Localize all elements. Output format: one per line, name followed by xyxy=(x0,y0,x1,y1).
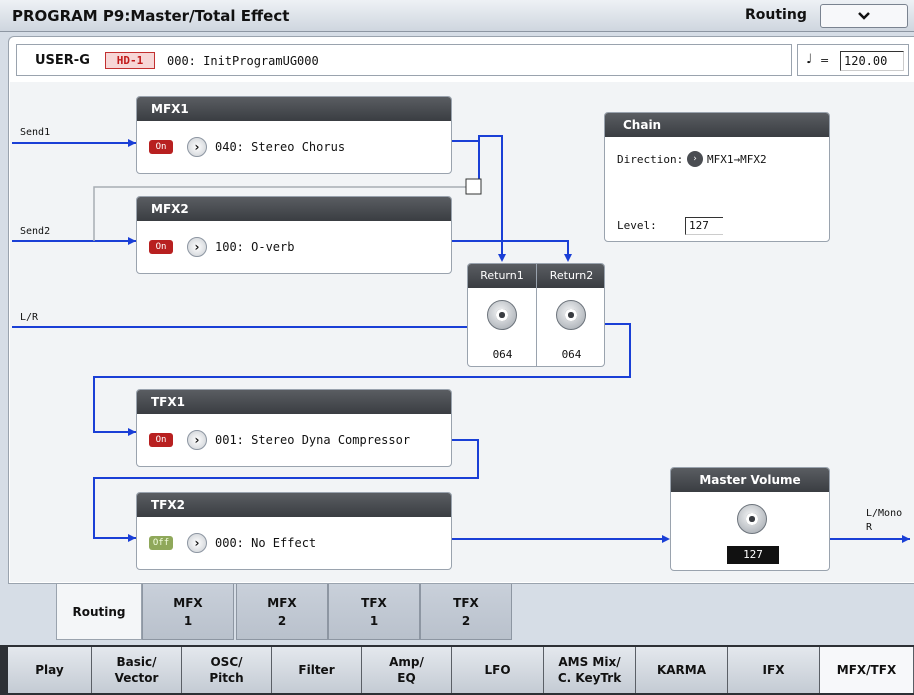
tab-tfx1[interactable]: TFX 1 xyxy=(328,584,420,640)
tfx1-effect-name[interactable]: 001: Stereo Dyna Compressor xyxy=(215,433,410,447)
tab-lfo[interactable]: LFO xyxy=(452,647,544,693)
tab-ams-mix[interactable]: AMS Mix/ C. KeyTrk xyxy=(544,647,636,693)
tab-tfx2[interactable]: TFX 2 xyxy=(420,584,512,640)
chevron-right-icon[interactable]: › xyxy=(187,137,207,157)
tfx2-on-button[interactable]: Off xyxy=(149,536,173,550)
knob-icon[interactable] xyxy=(487,300,517,330)
knob-icon[interactable] xyxy=(737,504,767,534)
lr-label: L/R xyxy=(20,312,39,323)
sub-tab-bar: Routing MFX 1 MFX 2 TFX 1 TFX 2 xyxy=(0,584,914,644)
return2-value: 064 xyxy=(561,348,582,361)
master-volume-title: Master Volume xyxy=(671,468,829,492)
level-label: Level: xyxy=(617,219,657,232)
master-volume-value: 127 xyxy=(727,546,779,564)
mfx2-on-button[interactable]: On xyxy=(149,240,173,254)
mfx2-out-route xyxy=(452,240,569,258)
return2-label: Return2 xyxy=(537,264,604,288)
tfx2-title: TFX2 xyxy=(137,493,451,517)
chevron-right-icon[interactable]: › xyxy=(187,533,207,553)
send2-label: Send2 xyxy=(20,226,51,237)
return1-column: Return1 064 xyxy=(468,264,537,366)
mfx2-effect-name[interactable]: 100: O-verb xyxy=(215,240,294,254)
tab-osc-pitch[interactable]: OSC/ Pitch xyxy=(182,647,272,693)
chevron-right-icon[interactable]: › xyxy=(687,151,703,167)
out-right-label: R xyxy=(866,522,873,533)
tfx1-on-button[interactable]: On xyxy=(149,433,173,447)
tab-amp-eq[interactable]: Amp/ EQ xyxy=(362,647,452,693)
tab-mfx1[interactable]: MFX 1 xyxy=(142,584,234,640)
mfx2-title: MFX2 xyxy=(137,197,451,221)
mfx1-title: MFX1 xyxy=(137,97,451,121)
tfx1-title: TFX1 xyxy=(137,390,451,414)
mfx2-box: MFX2 On › 100: O-verb xyxy=(136,196,452,274)
chevron-right-icon[interactable]: › xyxy=(187,430,207,450)
tfx2-effect-name[interactable]: 000: No Effect xyxy=(215,536,316,550)
chevron-right-icon[interactable]: › xyxy=(187,237,207,257)
mfx1-on-button[interactable]: On xyxy=(149,140,173,154)
chain-box: Chain Direction: › MFX1→MFX2 Level: 127 xyxy=(604,112,830,242)
tab-play[interactable]: Play xyxy=(8,647,92,693)
master-volume-box: Master Volume 127 xyxy=(670,467,830,571)
level-field[interactable]: 127 xyxy=(685,217,723,235)
tab-karma[interactable]: KARMA xyxy=(636,647,728,693)
tab-filter[interactable]: Filter xyxy=(272,647,362,693)
page-tab-bar: Play Basic/ Vector OSC/ Pitch Filter Amp… xyxy=(0,645,914,695)
tab-ifx[interactable]: IFX xyxy=(728,647,820,693)
out-left-label: L/Mono xyxy=(866,508,903,519)
knob-icon[interactable] xyxy=(556,300,586,330)
tfx2-box: TFX2 Off › 000: No Effect xyxy=(136,492,452,570)
return2-column: Return2 064 xyxy=(537,264,604,366)
tab-mfx2[interactable]: MFX 2 xyxy=(236,584,328,640)
tab-mfx-tfx[interactable]: MFX/TFX xyxy=(820,647,914,693)
return1-label: Return1 xyxy=(468,264,536,288)
returns-box: Return1 064 Return2 064 xyxy=(467,263,605,367)
chain-title: Chain xyxy=(605,113,829,137)
return1-value: 064 xyxy=(492,348,513,361)
mfx1-box: MFX1 On › 040: Stereo Chorus xyxy=(136,96,452,174)
mfx1-out-route xyxy=(452,135,503,258)
tab-routing[interactable]: Routing xyxy=(56,584,142,640)
send1-label: Send1 xyxy=(20,127,51,138)
mfx1-effect-name[interactable]: 040: Stereo Chorus xyxy=(215,140,345,154)
direction-value[interactable]: MFX1→MFX2 xyxy=(707,153,767,166)
direction-label: Direction: xyxy=(617,153,684,166)
tfx1-box: TFX1 On › 001: Stereo Dyna Compressor xyxy=(136,389,452,467)
tab-basic-vector[interactable]: Basic/ Vector xyxy=(92,647,182,693)
